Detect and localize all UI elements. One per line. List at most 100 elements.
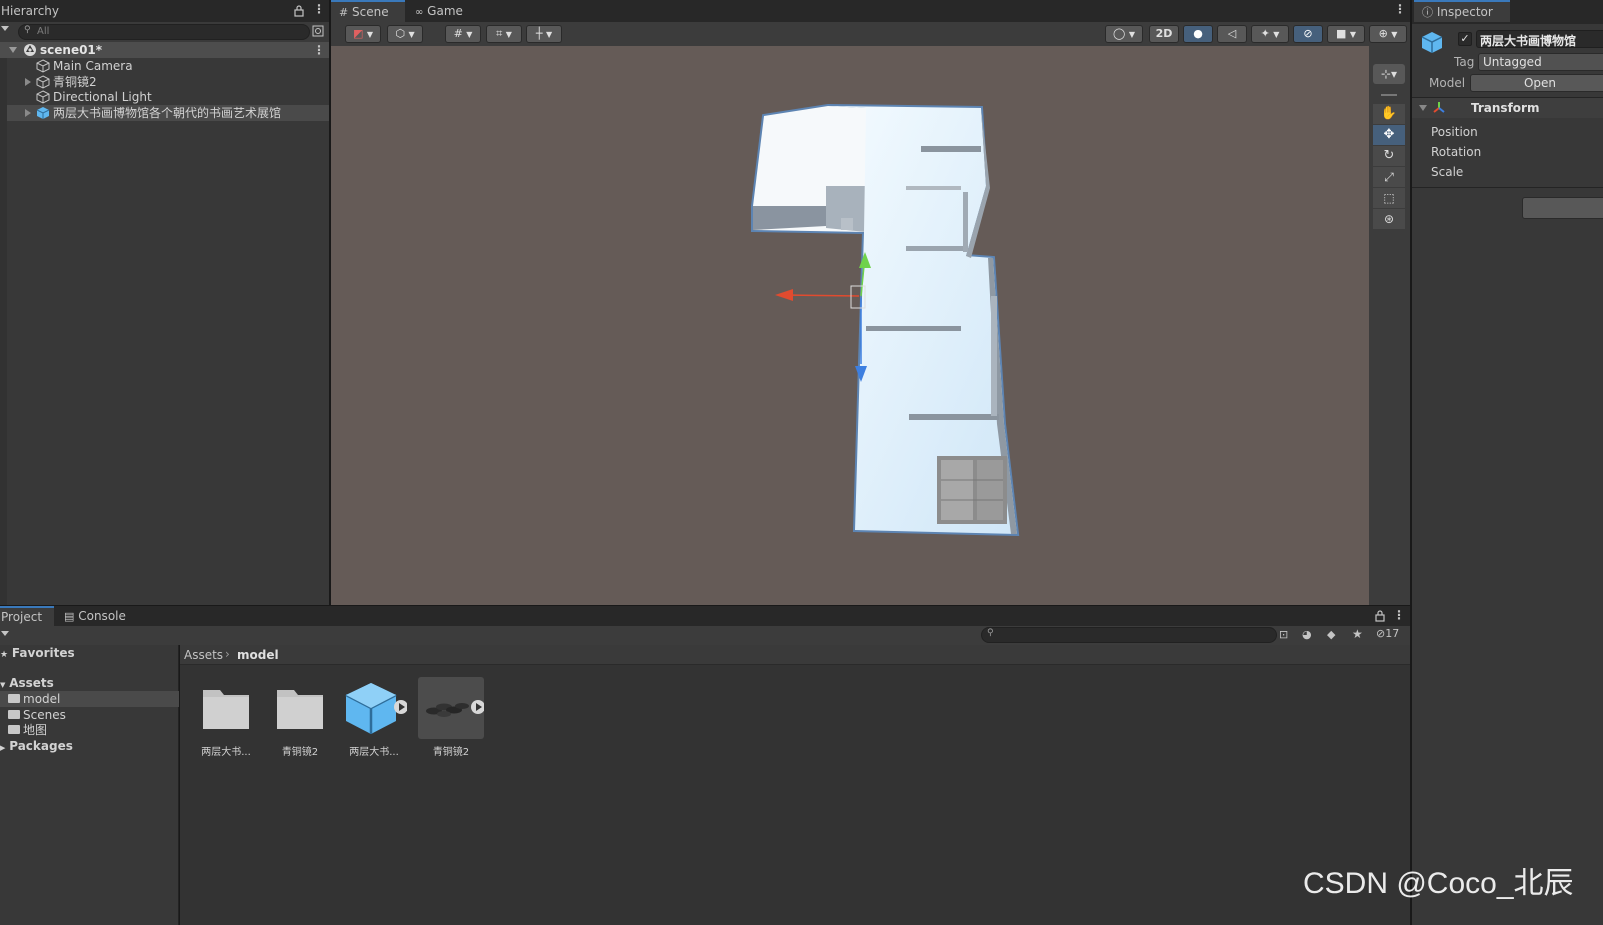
tab-console[interactable]: ▤ Console: [56, 606, 134, 626]
hidden-packages-toggle[interactable]: ⊘17: [1376, 627, 1399, 640]
collapse-arrow-icon[interactable]: [1419, 105, 1427, 111]
hidden-eye-icon: ⊘: [1303, 27, 1313, 40]
tab-console-label: Console: [78, 609, 126, 623]
hierarchy-menu-icon[interactable]: ⋮: [313, 2, 325, 16]
transform-tool-icon[interactable]: ⊛: [1373, 209, 1405, 229]
add-component-button[interactable]: [1522, 197, 1603, 219]
search-by-label-icon[interactable]: ◕: [1302, 628, 1312, 641]
asset-model-bronze-mirror[interactable]: 青铜镜2: [418, 677, 485, 758]
transform-title: Transform: [1471, 101, 1540, 115]
folder-item-model[interactable]: model: [0, 691, 179, 707]
search-icon: ⚲: [24, 25, 31, 35]
tab-project[interactable]: Project: [0, 606, 54, 626]
search-icon: ⚲: [987, 628, 994, 638]
expand-arrow-icon[interactable]: [9, 47, 17, 53]
project-search-field[interactable]: ⚲: [981, 627, 1277, 643]
scene-viewport[interactable]: [331, 46, 1369, 605]
packages-item[interactable]: ▶ Packages: [0, 738, 179, 754]
gizmo-x-arrow-icon[interactable]: [775, 289, 793, 301]
scene-header-row[interactable]: scene01* ⋮: [0, 42, 329, 58]
audio-toggle[interactable]: ◁: [1217, 25, 1247, 43]
hierarchy-left-gutter: [0, 58, 7, 605]
gizmo-x-axis[interactable]: [782, 294, 860, 297]
gizmos-button[interactable]: ⊕ ▼: [1369, 25, 1407, 43]
visibility-toggle[interactable]: ⊘: [1293, 25, 1323, 43]
lock-icon[interactable]: [294, 5, 304, 17]
folder-item-scenes[interactable]: Scenes: [0, 707, 179, 723]
project-menu-icon[interactable]: ⋮: [1393, 608, 1405, 622]
gamepad-icon: ∞: [415, 7, 424, 18]
increment-snap-button[interactable]: ⌗ ▼: [486, 25, 522, 43]
assets-item[interactable]: ▼ Assets: [0, 675, 179, 691]
tag-filter-icon[interactable]: ◆: [1327, 628, 1335, 641]
scale-tool-icon[interactable]: ⤢: [1373, 167, 1405, 187]
inspector-divider: [1412, 187, 1603, 188]
move-gizmo[interactable]: [331, 46, 1369, 605]
info-icon: ⓘ: [1422, 6, 1433, 19]
asset-label: 两层大书...: [201, 747, 251, 758]
mode-2d-button[interactable]: 2D: [1149, 25, 1179, 43]
model-icon: [418, 677, 485, 739]
rotate-tool-icon[interactable]: ↻: [1373, 146, 1405, 166]
effects-button[interactable]: ✦ ▼: [1251, 25, 1289, 43]
hidden-eye-icon: ⊘: [1376, 627, 1386, 640]
tab-inspector[interactable]: ⓘ Inspector: [1414, 0, 1510, 22]
grid-snap-button[interactable]: # ▼: [445, 25, 481, 43]
active-checkbox[interactable]: ✓: [1458, 32, 1472, 46]
search-scene-icon[interactable]: [312, 25, 324, 37]
asset-label: 两层大书...: [349, 747, 399, 758]
breadcrumb-model[interactable]: model: [237, 648, 279, 662]
hierarchy-item-main-camera[interactable]: Main Camera: [0, 58, 329, 74]
expand-arrow-icon[interactable]: [25, 109, 31, 117]
folder-item-map[interactable]: 地图: [0, 722, 179, 738]
tab-game[interactable]: ∞ Game: [407, 0, 471, 22]
open-button[interactable]: Open: [1470, 74, 1603, 92]
tag-dropdown[interactable]: Untagged: [1478, 53, 1603, 71]
expand-arrow-icon[interactable]: [25, 78, 31, 86]
move-tool-icon[interactable]: ✥: [1373, 125, 1405, 145]
scene-menu-icon[interactable]: ⋮: [1394, 2, 1406, 16]
shading-button[interactable]: ◯ ▼: [1105, 25, 1143, 43]
search-by-type-icon[interactable]: ⊡: [1279, 628, 1288, 641]
favorite-star-icon[interactable]: ★: [1352, 627, 1363, 641]
asset-folder-museum[interactable]: 两层大书...: [193, 677, 259, 758]
hierarchy-search-field[interactable]: ⚲ All: [18, 24, 310, 40]
object-name-field[interactable]: 两层大书画博物馆: [1476, 30, 1603, 48]
gizmo-z-arrow-icon[interactable]: [855, 366, 867, 382]
scene-menu-icon[interactable]: ⋮: [313, 43, 325, 57]
gizmo-y-axis[interactable]: [860, 265, 865, 297]
tab-hierarchy[interactable]: Hierarchy: [0, 0, 67, 22]
hand-tool-icon[interactable]: ✋: [1373, 104, 1405, 124]
transform-header[interactable]: Transform: [1412, 98, 1603, 118]
breadcrumb-assets[interactable]: Assets: [184, 648, 223, 662]
asset-folder-bronze-mirror[interactable]: 青铜镜2: [267, 677, 333, 758]
tag-value: Untagged: [1483, 55, 1542, 69]
hierarchy-item-label: 两层大书画博物馆各个朝代的书画艺术展馆: [53, 106, 282, 120]
ruler-button[interactable]: ┼ ▼: [526, 25, 562, 43]
orientation-gizmo[interactable]: ⊹▾: [1373, 64, 1405, 84]
hierarchy-item-museum[interactable]: 两层大书画博物馆各个朝代的书画艺术展馆: [0, 105, 329, 121]
star-icon: ★: [0, 650, 9, 660]
hierarchy-item-bronze-mirror[interactable]: 青铜镜2: [0, 74, 329, 90]
lighting-toggle[interactable]: ●: [1183, 25, 1213, 43]
create-dropdown-icon[interactable]: [1, 631, 9, 636]
lock-icon[interactable]: [1375, 610, 1385, 622]
tab-scene[interactable]: # Scene: [331, 0, 405, 22]
model-label: Model: [1429, 76, 1466, 90]
project-toolbar: ⚲ ⊡ ◕ ◆ ★ ⊘17: [0, 626, 1410, 645]
gizmo-center-handle[interactable]: [850, 285, 866, 309]
hierarchy-item-directional-light[interactable]: Directional Light: [0, 89, 329, 105]
favorites-item[interactable]: ★ Favorites: [0, 645, 179, 661]
tab-inspector-label: Inspector: [1436, 5, 1493, 19]
position-row[interactable]: Position: [1412, 124, 1603, 140]
rect-tool-icon[interactable]: ⬚: [1373, 188, 1405, 208]
scale-row[interactable]: Scale: [1412, 164, 1603, 180]
asset-prefab-museum[interactable]: 两层大书...: [341, 677, 408, 758]
gizmo-y-arrow-icon[interactable]: [859, 252, 871, 268]
render-mode-button[interactable]: ⬡ ▼: [387, 25, 423, 43]
gameobject-icon: [36, 75, 50, 89]
rotation-row[interactable]: Rotation: [1412, 144, 1603, 160]
draw-mode-button[interactable]: ◩ ▼: [345, 25, 381, 43]
create-dropdown-icon[interactable]: [1, 26, 9, 31]
camera-button[interactable]: ■ ▼: [1327, 25, 1365, 43]
